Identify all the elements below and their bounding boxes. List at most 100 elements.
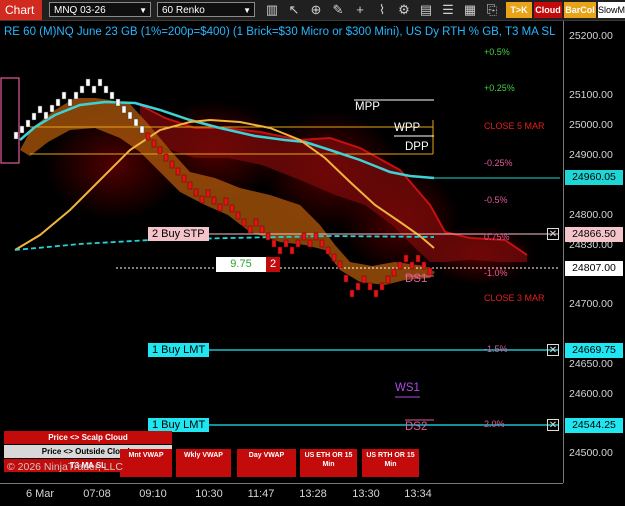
renko-brick-up (109, 91, 115, 100)
dpp-label: DPP (405, 141, 429, 153)
renko-brick-down (349, 289, 355, 298)
close-icon[interactable]: ✕ (547, 344, 559, 356)
renko-brick-down (361, 275, 367, 284)
pct-minus-15-label: -1.5% (484, 344, 508, 354)
cyan-ma-price-box: 24960.05 (565, 170, 623, 185)
time-tick: 07:08 (83, 488, 111, 500)
renko-brick-down (337, 260, 343, 269)
us-eth-or-button[interactable]: US ETH OR 15 Min (300, 449, 357, 477)
time-tick: 09:10 (139, 488, 167, 500)
buy-lmt-order-1[interactable]: 1 Buy LMT (148, 343, 210, 357)
renko-brick-down (157, 146, 163, 155)
session-box (0, 77, 20, 164)
close-icon[interactable]: ✕ (547, 419, 559, 431)
renko-brick-up (19, 125, 25, 134)
wkly-vwap-button[interactable]: Wkly VWAP (176, 449, 231, 477)
copyright: © 2026 NinjaTrader, LLC (7, 461, 123, 473)
pct-minus-1-label: -1.0% (484, 268, 508, 278)
renko-brick-up (61, 91, 67, 100)
mpp-label: MPP (355, 101, 380, 113)
renko-brick-down (259, 225, 265, 234)
renko-brick-down (187, 181, 193, 190)
wpp-label: WPP (394, 122, 421, 134)
renko-brick-down (289, 246, 295, 255)
renko-brick-down (427, 267, 433, 276)
renko-brick-up (115, 98, 121, 107)
renko-brick-up (133, 118, 139, 127)
renko-brick-down (421, 261, 427, 270)
renko-brick-down (367, 282, 373, 291)
renko-brick-down (247, 225, 253, 234)
price-tick: 24700.00 (569, 298, 613, 310)
renko-brick-down (373, 289, 379, 298)
lmt2-price-box: 24544.25 (565, 418, 623, 433)
price-tick: 25200.00 (569, 30, 613, 42)
renko-brick-down (391, 268, 397, 277)
close-3-mar-label: CLOSE 3 MAR (484, 293, 545, 303)
renko-brick-up (85, 78, 91, 87)
renko-brick-down (325, 246, 331, 255)
renko-brick-up (103, 85, 109, 94)
pct-plus-05-label: +0.5% (484, 47, 510, 57)
us-rth-or-button[interactable]: US RTH OR 15 Min (362, 449, 419, 477)
renko-brick-down (163, 153, 169, 162)
renko-brick-down (397, 261, 403, 270)
renko-brick-down (319, 239, 325, 248)
renko-brick-down (343, 274, 349, 283)
renko-brick-down (217, 203, 223, 212)
scalp-cloud-button[interactable]: Price <> Scalp Cloud (4, 431, 172, 444)
time-tick: 11:47 (247, 488, 275, 500)
renko-brick-down (241, 218, 247, 227)
renko-brick-up (37, 105, 43, 114)
pct-minus-075-label: 0.75% (484, 232, 510, 242)
renko-brick-down (277, 246, 283, 255)
renko-brick-down (235, 211, 241, 220)
renko-brick-down (379, 282, 385, 291)
renko-brick-down (409, 261, 415, 270)
pct-plus-025-label: +0.25% (484, 83, 515, 93)
renko-brick-down (229, 204, 235, 213)
time-tick: 13:28 (299, 488, 327, 500)
mnt-vwap-button[interactable]: Mnt VWAP (120, 449, 172, 477)
renko-brick-up (73, 91, 79, 100)
renko-brick-down (307, 239, 313, 248)
renko-brick-down (169, 160, 175, 169)
renko-brick-down (403, 254, 409, 263)
renko-brick-down (271, 239, 277, 248)
renko-brick-up (43, 111, 49, 120)
day-vwap-button[interactable]: Day VWAP (237, 449, 296, 477)
renko-brick-down (193, 188, 199, 197)
price-tick: 24600.00 (569, 388, 613, 400)
price-tick: 24900.00 (569, 149, 613, 161)
renko-brick-down (415, 254, 421, 263)
renko-brick-up (97, 78, 103, 87)
close-icon[interactable]: ✕ (547, 228, 559, 240)
ds1-label: DS1 (405, 273, 428, 285)
buy-stp-order[interactable]: 2 Buy STP (148, 227, 209, 241)
renko-brick-down (253, 218, 259, 227)
renko-brick-down (223, 197, 229, 206)
price-tick: 25000.00 (569, 119, 613, 131)
pct-minus-2-label: 2.0% (484, 419, 505, 429)
renko-brick-down (283, 239, 289, 248)
renko-brick-up (121, 105, 127, 114)
chart-plot[interactable] (0, 0, 625, 505)
lmt1-price-box: 24669.75 (565, 343, 623, 358)
pct-minus-025-label: -0.25% (484, 158, 513, 168)
renko-brick-down (295, 239, 301, 248)
stop-price-box: 24866.50 (565, 227, 623, 242)
renko-brick-down (385, 275, 391, 284)
position-pnl[interactable]: 9.75 (216, 257, 266, 272)
renko-brick-up (91, 85, 97, 94)
close-5-mar-label: CLOSE 5 MAR (484, 121, 545, 131)
buy-lmt-order-2[interactable]: 1 Buy LMT (148, 418, 210, 432)
price-tick: 25100.00 (569, 89, 613, 101)
time-tick: 10:30 (195, 488, 223, 500)
renko-brick-up (31, 112, 37, 121)
ds2-label: DS2 (405, 421, 428, 433)
position-qty[interactable]: 2 (266, 257, 280, 272)
renko-brick-up (79, 85, 85, 94)
renko-brick-down (331, 253, 337, 262)
renko-brick-up (25, 119, 31, 128)
renko-brick-down (355, 282, 361, 291)
